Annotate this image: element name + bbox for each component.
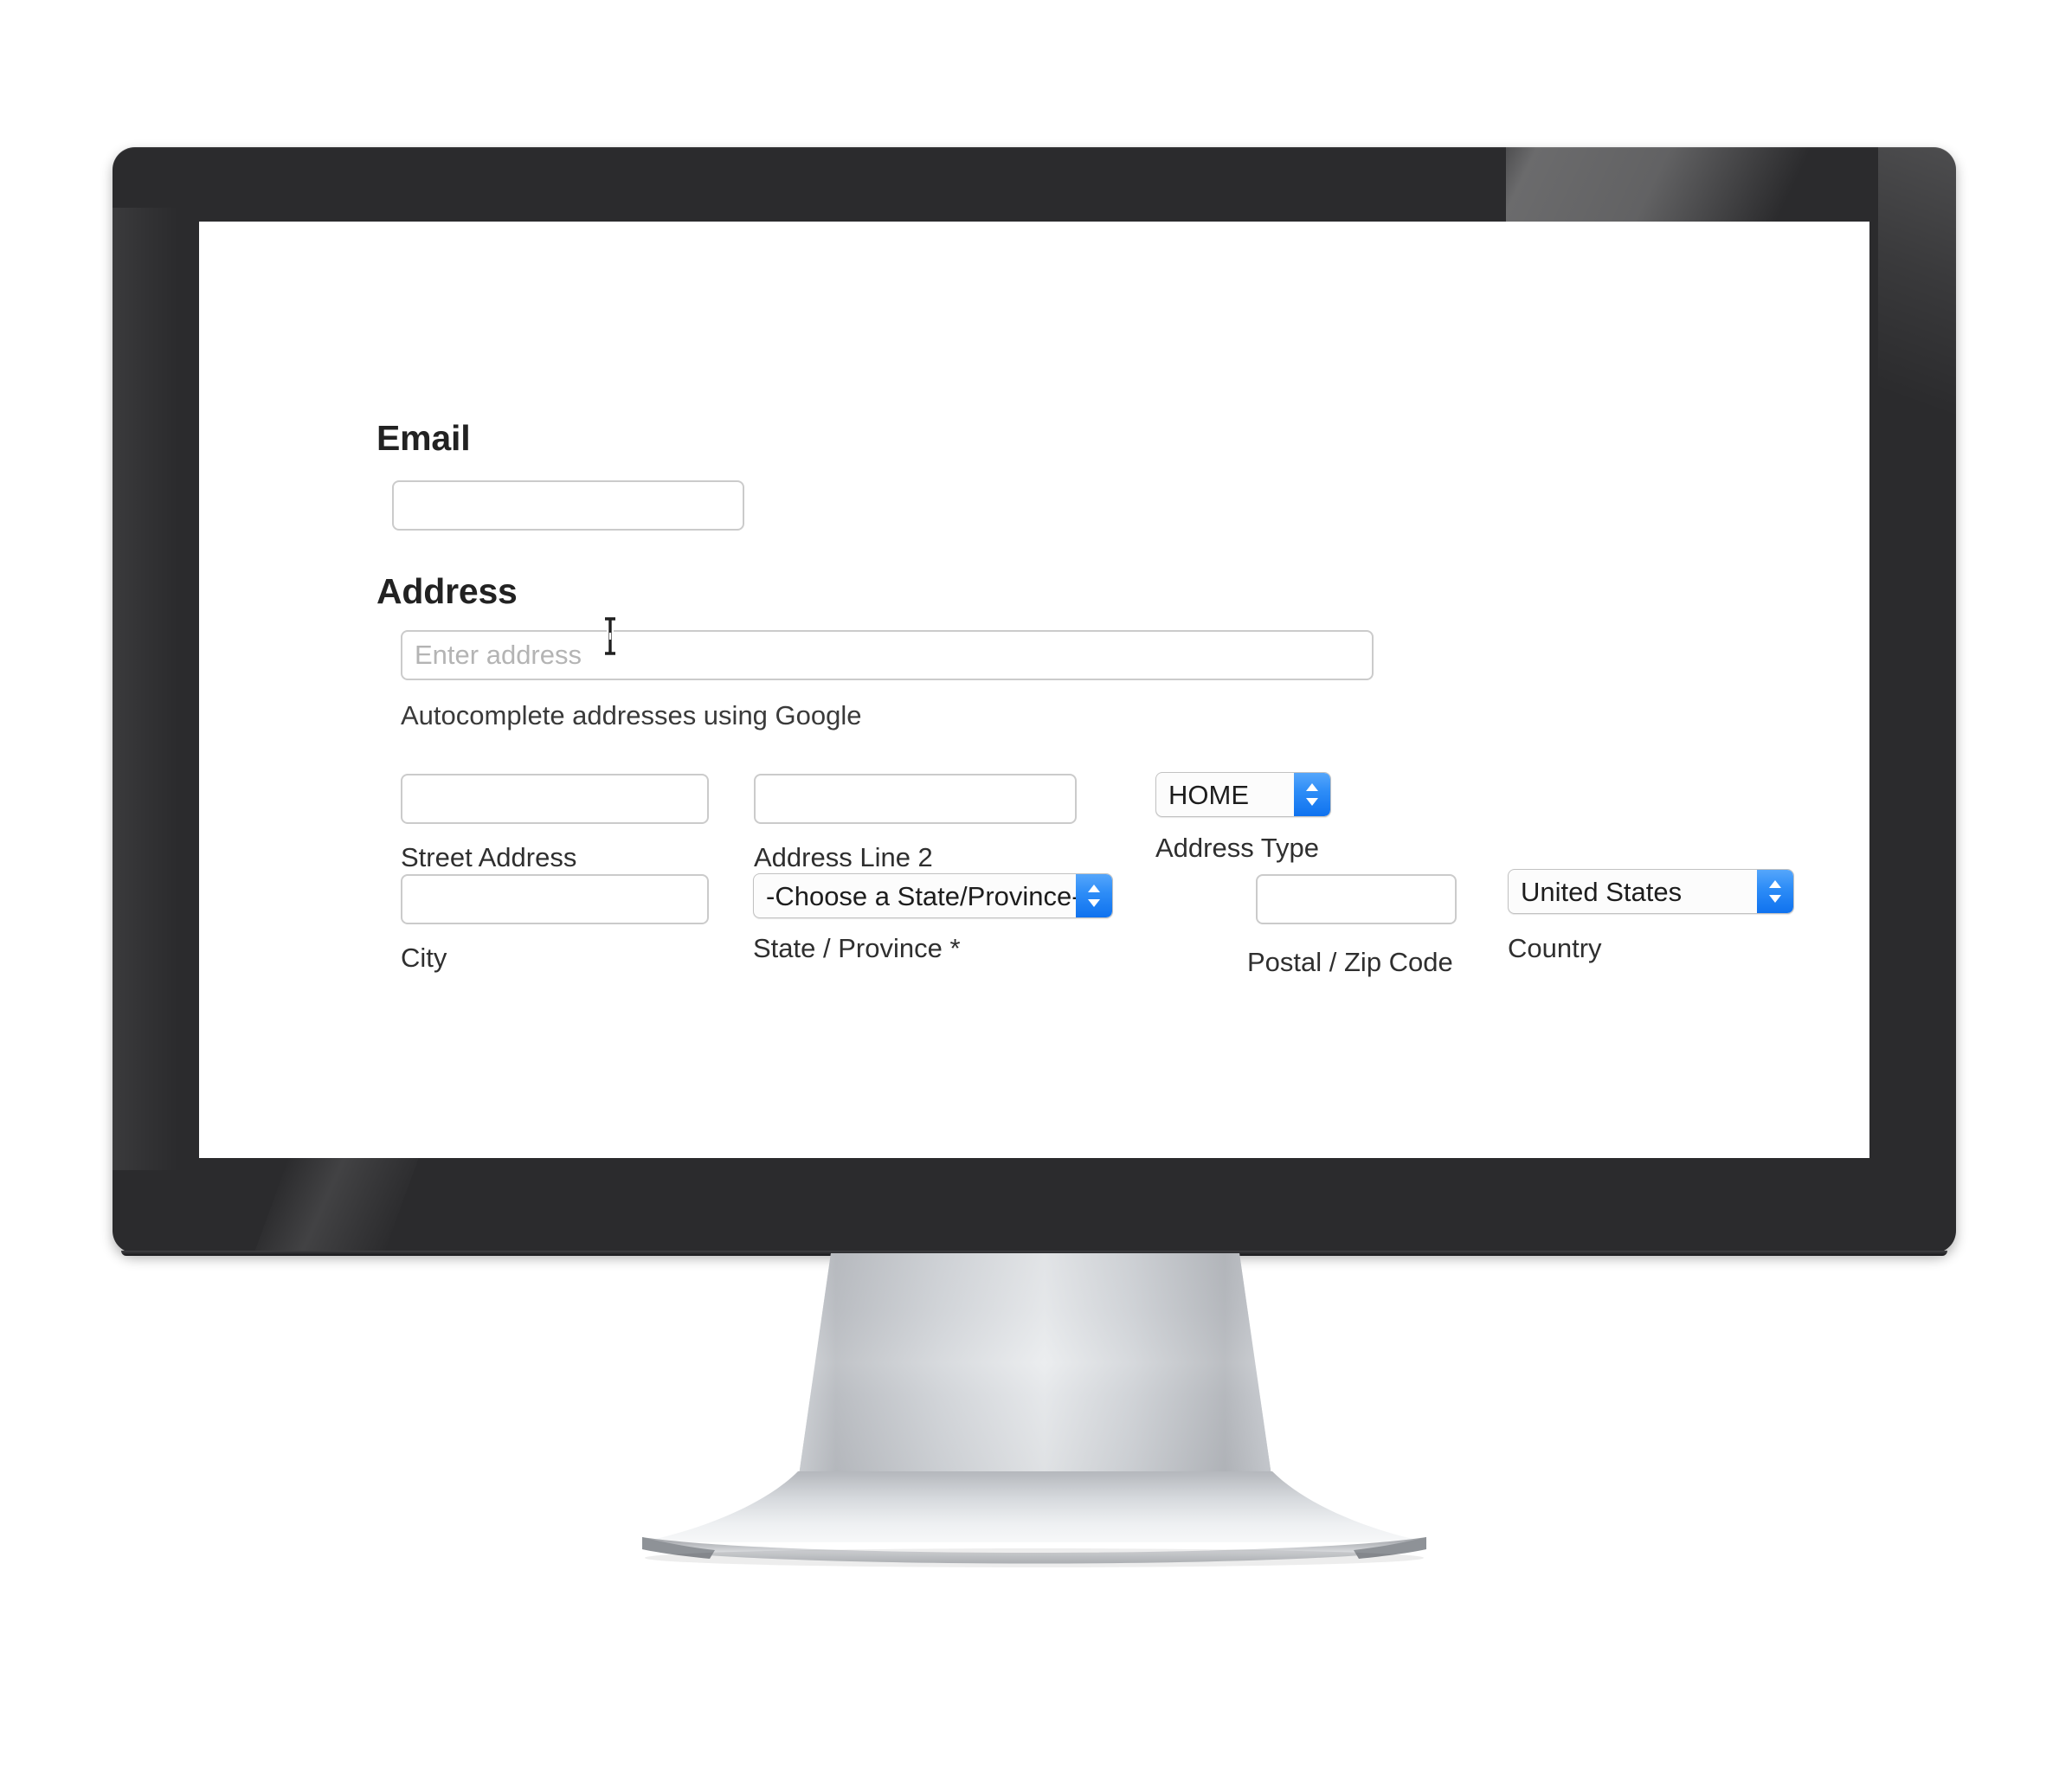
computer-monitor: Email Address Autocomplete addresses usi… [113, 147, 1956, 1256]
address-type-label: Address Type [1155, 833, 1319, 863]
country-select-value: United States [1521, 877, 1683, 907]
stand-base-edge [642, 1537, 1426, 1564]
country-select[interactable]: United States [1508, 869, 1794, 914]
state-province-select-value: -Choose a State/Province- [766, 881, 1081, 911]
address-line-2-input[interactable] [754, 774, 1077, 824]
address-heading: Address [376, 571, 518, 611]
address-type-select-value: HOME [1168, 780, 1249, 810]
postal-zip-label: Postal / Zip Code [1247, 947, 1453, 977]
state-province-stepper-button[interactable] [1076, 874, 1112, 917]
street-address-input[interactable] [401, 774, 709, 824]
city-input[interactable] [401, 874, 709, 924]
address-line-2-label: Address Line 2 [754, 842, 933, 872]
bezel-bottom-rim [121, 1251, 1947, 1256]
state-province-label: State / Province * [753, 933, 961, 963]
street-address-label: Street Address [401, 842, 577, 872]
email-section: Email [376, 418, 471, 458]
city-label: City [401, 943, 447, 973]
address-type-select[interactable]: HOME [1155, 772, 1331, 817]
postal-zip-input[interactable] [1256, 874, 1457, 924]
stand-neck [798, 1253, 1272, 1482]
autocomplete-helper-text: Autocomplete addresses using Google [401, 700, 862, 730]
stand-base-right-tip [1354, 1537, 1426, 1559]
stand-base [640, 1471, 1428, 1542]
address-section: Address [376, 574, 518, 609]
stand-shadow [645, 1548, 1424, 1567]
web-page: Email Address Autocomplete addresses usi… [199, 222, 1869, 1158]
state-province-select[interactable]: -Choose a State/Province- [753, 873, 1113, 918]
country-label: Country [1508, 933, 1602, 963]
monitor-screen: Email Address Autocomplete addresses usi… [199, 222, 1869, 1158]
address-autocomplete-input[interactable] [401, 630, 1374, 680]
stand-neck-sheen [798, 1253, 1272, 1482]
country-stepper-button[interactable] [1757, 870, 1793, 913]
address-type-stepper-button[interactable] [1294, 773, 1330, 816]
email-heading: Email [376, 418, 471, 458]
email-input[interactable] [392, 480, 744, 531]
stand-base-left-tip [642, 1537, 715, 1559]
